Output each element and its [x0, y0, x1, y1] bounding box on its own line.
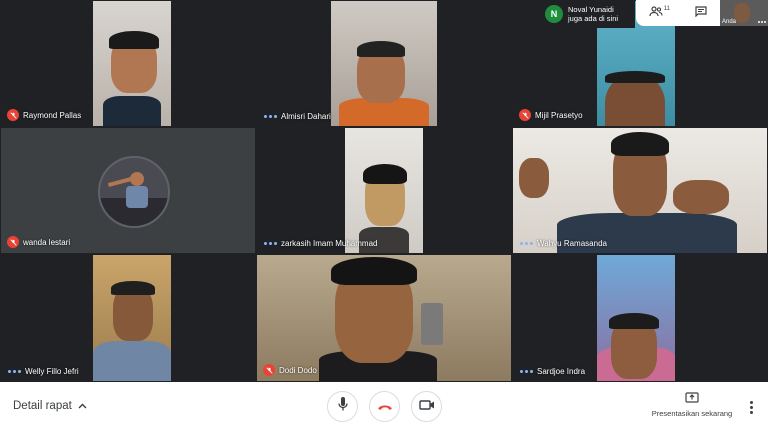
present-screen-icon — [685, 392, 699, 406]
participant-tile[interactable]: Welly Fillo Jefri — [0, 254, 256, 382]
chat-button[interactable] — [695, 4, 707, 22]
participant-tile[interactable]: Sardjoe Indra — [512, 254, 768, 382]
participant-tile[interactable]: wanda lestari — [0, 127, 256, 254]
join-notification[interactable]: N Noval Yunaidi juga ada di sini — [541, 0, 635, 28]
participant-name: Sardjoe Indra — [519, 367, 585, 376]
participant-count: 11 — [663, 6, 670, 12]
participant-name: Welly Fillo Jefri — [7, 367, 79, 376]
participant-name: zarkasih Imam Muhammad — [263, 239, 377, 248]
speaking-indicator-icon — [263, 242, 277, 245]
top-controls: 11 — [636, 0, 720, 26]
participant-video — [331, 1, 437, 126]
participant-name: Almisri Dahari — [263, 112, 331, 121]
mic-off-icon — [519, 109, 531, 121]
camera-button[interactable] — [411, 391, 442, 422]
hang-up-icon — [377, 398, 393, 416]
people-icon — [649, 4, 663, 22]
microphone-button[interactable] — [327, 391, 358, 422]
chat-icon — [695, 4, 707, 22]
present-now-label: Presentasikan sekarang — [651, 409, 733, 418]
video-grid: Raymond Pallas Almisri Dahari Mijil Pras… — [0, 0, 768, 382]
speaking-indicator-icon — [519, 370, 533, 373]
participant-name: Raymond Pallas — [7, 109, 81, 121]
hang-up-button[interactable] — [369, 391, 400, 422]
participant-video — [597, 255, 675, 381]
call-controls — [327, 391, 442, 422]
meeting-details-button[interactable]: Detail rapat — [13, 400, 87, 412]
participant-avatar — [98, 156, 170, 228]
more-vert-icon[interactable] — [744, 398, 758, 416]
self-view-label: Anda — [722, 19, 737, 25]
participant-video — [345, 128, 423, 253]
participant-name: Mijil Prasetyo — [519, 109, 583, 121]
participant-name: wanda lestari — [7, 236, 70, 248]
participant-tile[interactable]: Dodi Dodo — [256, 254, 512, 382]
participant-video — [257, 255, 511, 381]
more-horiz-icon[interactable] — [758, 21, 766, 23]
meeting-details-label: Detail rapat — [13, 400, 72, 412]
participant-tile[interactable]: Almisri Dahari — [256, 0, 512, 127]
speaking-indicator-icon — [7, 370, 21, 373]
participant-video — [93, 1, 171, 126]
mic-off-icon — [7, 236, 19, 248]
speaking-indicator-icon — [263, 115, 277, 118]
microphone-icon — [337, 396, 349, 417]
present-now-button[interactable]: Presentasikan sekarang — [648, 392, 736, 418]
camera-icon — [418, 398, 435, 416]
notification-text: Noval Yunaidi juga ada di sini — [568, 5, 619, 23]
speaking-indicator-icon — [519, 242, 533, 245]
participants-button[interactable]: 11 — [649, 4, 670, 22]
participant-tile[interactable]: zarkasih Imam Muhammad — [256, 127, 512, 254]
participant-tile[interactable]: Raymond Pallas — [0, 0, 256, 127]
notification-avatar: N — [545, 5, 563, 23]
self-view[interactable]: Anda — [720, 0, 768, 26]
participant-name: Wahyu Ramasanda — [519, 239, 607, 248]
participant-tile[interactable]: Wahyu Ramasanda — [512, 127, 768, 254]
chevron-up-icon — [78, 400, 87, 412]
participant-video — [513, 128, 767, 253]
mic-off-icon — [263, 364, 275, 376]
mic-off-icon — [7, 109, 19, 121]
bottom-bar: Detail rapat Presentasikan sekarang — [0, 382, 768, 431]
participant-video — [93, 255, 171, 381]
participant-name: Dodi Dodo — [263, 364, 317, 376]
